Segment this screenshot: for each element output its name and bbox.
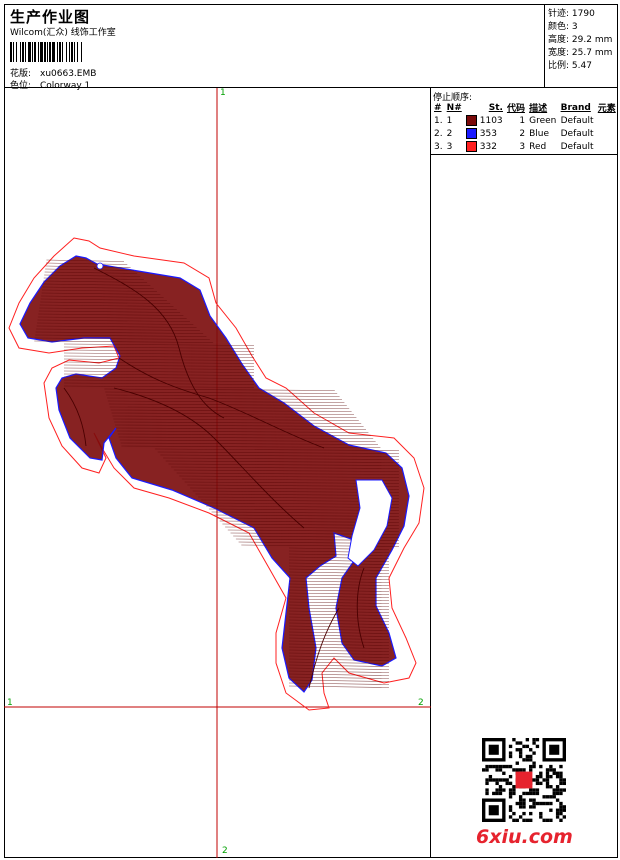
color-swatch (465, 141, 477, 152)
stitch-count: 1103 (479, 116, 503, 126)
watermark-logo: 6xiu.com (476, 826, 573, 848)
embroidery-drawing (4, 88, 431, 858)
stitch-count: 332 (479, 142, 497, 152)
col-number: N# (446, 102, 462, 113)
row-index: 3. (434, 141, 443, 152)
stop-sequence-table: # N# St. 代码 描述 Brand 元素 1. 1 1103 1 Green De… (432, 101, 618, 153)
col-stitches: St. (488, 102, 503, 113)
col-index: # (434, 102, 442, 113)
row-number: 2 (446, 128, 453, 139)
header-info: 生产作业图 Wilcom(汇众) 线饰工作室 花版: xu0663.EMB 色位:… (4, 4, 545, 91)
row-brand: Default (560, 141, 594, 152)
axis-bottom-label: 2 (222, 846, 228, 856)
row-stitches: 1103 (464, 114, 505, 127)
table-row: 1. 1 1103 1 Green Default (432, 114, 618, 127)
row-element (596, 127, 618, 140)
color-swatch (465, 128, 477, 139)
stat-height: 高度: 29.2 mm (548, 35, 613, 45)
row-number: 3 (446, 141, 453, 152)
stitch-count: 353 (479, 129, 497, 139)
row-element (596, 140, 618, 153)
stop-sequence-panel: 停止顺序: # N# St. 代码 描述 Brand 元素 1. 1 1103 1 G… (431, 88, 618, 858)
row-code: 2 (519, 128, 526, 139)
table-row: 3. 3 332 3 Red Default (432, 140, 618, 153)
stats-box: 针迹: 1790 颜色: 3 高度: 29.2 mm 宽度: 25.7 mm 比… (545, 4, 618, 88)
row-code: 1 (519, 115, 526, 126)
row-description: Green (529, 115, 557, 126)
page-title: 生产作业图 (10, 8, 91, 26)
row-index: 1. (434, 115, 443, 126)
color-swatch (465, 115, 477, 126)
studio-subtitle: Wilcom(汇众) 线饰工作室 (10, 28, 116, 38)
col-description: 描述 (529, 104, 548, 114)
row-element (596, 114, 618, 127)
col-element: 元素 (597, 104, 616, 114)
axis-right-label: 2 (418, 698, 424, 708)
horse-eye (96, 262, 104, 270)
axis-top-label: 1 (220, 88, 226, 98)
stat-stitches: 针迹: 1790 (548, 9, 595, 19)
row-code: 3 (519, 141, 526, 152)
panel-divider (431, 154, 618, 155)
row-stitches: 332 (464, 140, 505, 153)
qr-code-icon (482, 738, 566, 822)
stat-scale: 比例: 5.47 (548, 61, 592, 71)
row-number: 1 (446, 115, 453, 126)
row-stitches: 353 (464, 127, 505, 140)
row-brand: Default (560, 128, 594, 139)
design-canvas: 1 2 1 2 (4, 88, 431, 858)
axis-left-label: 1 (7, 698, 13, 708)
table-row: 2. 2 353 2 Blue Default (432, 127, 618, 140)
table-header-row: # N# St. 代码 描述 Brand 元素 (432, 101, 618, 115)
row-description: Blue (529, 128, 550, 139)
barcode-icon (10, 42, 134, 62)
row-index: 2. (434, 128, 443, 139)
col-code: 代码 (506, 104, 525, 114)
row-brand: Default (560, 115, 594, 126)
stat-width: 宽度: 25.7 mm (548, 48, 613, 58)
stat-colors: 颜色: 3 (548, 22, 578, 32)
row-description: Red (529, 141, 547, 152)
col-brand: Brand (560, 102, 591, 113)
